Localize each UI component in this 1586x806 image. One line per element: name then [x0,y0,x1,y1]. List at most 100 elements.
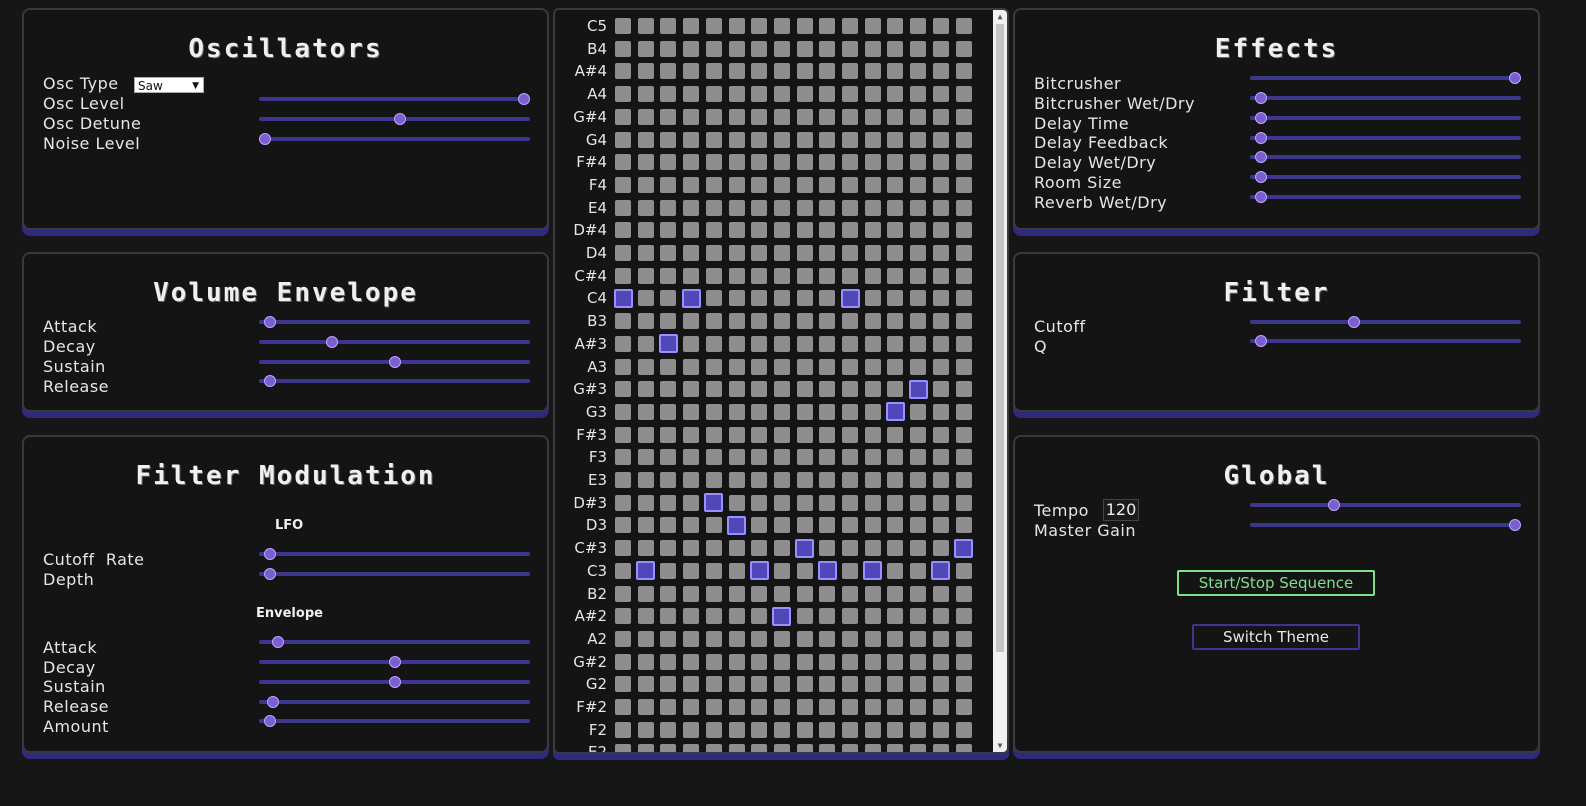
step-cell[interactable] [910,108,927,125]
step-cell[interactable] [796,18,813,34]
step-cell[interactable] [796,562,813,579]
step-cell[interactable] [819,403,836,420]
step-cell[interactable] [660,131,677,148]
step-cell[interactable] [887,540,904,557]
step-cell[interactable] [842,630,858,647]
step-cell[interactable] [842,199,858,216]
step-cell[interactable] [615,472,631,488]
step-cell[interactable] [660,540,677,557]
step-cell[interactable] [773,494,790,511]
step-cell[interactable] [751,335,768,352]
step-cell[interactable] [796,313,813,330]
step-cell[interactable] [955,472,972,488]
lfo-rate-slider[interactable] [259,548,530,560]
step-cell[interactable] [773,426,790,443]
step-cell[interactable] [864,131,881,148]
step-cell[interactable] [705,744,722,752]
step-cell[interactable] [615,517,631,534]
step-cell[interactable] [660,721,677,738]
step-cell[interactable] [637,290,654,307]
step-cell[interactable] [728,381,745,398]
step-cell[interactable] [955,176,972,193]
step-cell[interactable] [683,653,700,670]
step-cell[interactable] [705,40,722,57]
step-cell[interactable] [773,381,790,398]
step-cell[interactable] [660,744,677,752]
step-cell[interactable] [864,699,881,715]
tempo-input[interactable]: 120 [1103,499,1139,521]
step-cell[interactable] [751,608,768,625]
step-cell[interactable] [910,245,927,261]
filter-q-slider[interactable] [1250,335,1521,347]
step-cell[interactable] [955,358,972,375]
step-cell[interactable] [796,585,813,602]
step-cell[interactable] [705,199,722,216]
step-cell[interactable] [887,494,904,511]
step-cell[interactable] [796,403,813,420]
fenv-release-slider[interactable] [259,696,530,708]
step-cell[interactable] [773,562,790,579]
step-cell[interactable] [637,608,654,625]
step-cell[interactable] [683,86,700,103]
step-cell[interactable] [660,290,677,307]
step-cell[interactable] [705,608,722,625]
step-cell[interactable] [864,608,881,625]
step-cell-active[interactable] [681,288,701,308]
step-cell[interactable] [887,426,904,443]
step-cell[interactable] [842,540,858,557]
step-cell[interactable] [955,585,972,602]
step-cell[interactable] [796,335,813,352]
step-cell[interactable] [819,449,836,466]
step-cell[interactable] [660,108,677,125]
step-cell[interactable] [796,176,813,193]
step-cell[interactable] [842,653,858,670]
step-cell[interactable] [683,744,700,752]
step-cell[interactable] [819,494,836,511]
step-cell[interactable] [660,699,677,715]
slider-thumb[interactable] [264,568,277,580]
slider-thumb[interactable] [264,548,277,560]
step-cell[interactable] [796,222,813,239]
step-cell[interactable] [637,222,654,239]
step-cell[interactable] [773,517,790,534]
step-cell-active[interactable] [704,493,724,513]
step-cell[interactable] [887,290,904,307]
step-cell[interactable] [932,267,949,284]
step-cell[interactable] [955,154,972,171]
step-cell[interactable] [637,494,654,511]
osc-detune-slider[interactable] [259,113,530,125]
step-cell[interactable] [887,222,904,239]
step-cell[interactable] [842,154,858,171]
step-cell[interactable] [955,245,972,261]
step-cell[interactable] [660,176,677,193]
step-cell[interactable] [751,449,768,466]
step-cell[interactable] [615,381,631,398]
step-cell[interactable] [705,426,722,443]
step-cell[interactable] [842,131,858,148]
step-cell[interactable] [955,40,972,57]
step-cell[interactable] [751,585,768,602]
step-cell[interactable] [887,86,904,103]
step-cell[interactable] [864,381,881,398]
step-cell[interactable] [705,358,722,375]
step-cell[interactable] [705,335,722,352]
step-cell[interactable] [705,86,722,103]
step-cell[interactable] [887,176,904,193]
step-cell[interactable] [660,449,677,466]
step-cell[interactable] [683,608,700,625]
step-cell[interactable] [773,699,790,715]
step-cell[interactable] [683,472,700,488]
step-cell[interactable] [773,313,790,330]
step-cell[interactable] [773,199,790,216]
step-cell[interactable] [864,494,881,511]
step-cell[interactable] [910,608,927,625]
step-cell[interactable] [637,199,654,216]
scroll-down-icon[interactable]: ▼ [993,741,1007,750]
step-cell[interactable] [910,472,927,488]
step-cell[interactable] [887,313,904,330]
step-cell[interactable] [728,630,745,647]
step-cell[interactable] [615,653,631,670]
step-cell[interactable] [796,154,813,171]
step-cell[interactable] [887,517,904,534]
step-cell[interactable] [842,358,858,375]
